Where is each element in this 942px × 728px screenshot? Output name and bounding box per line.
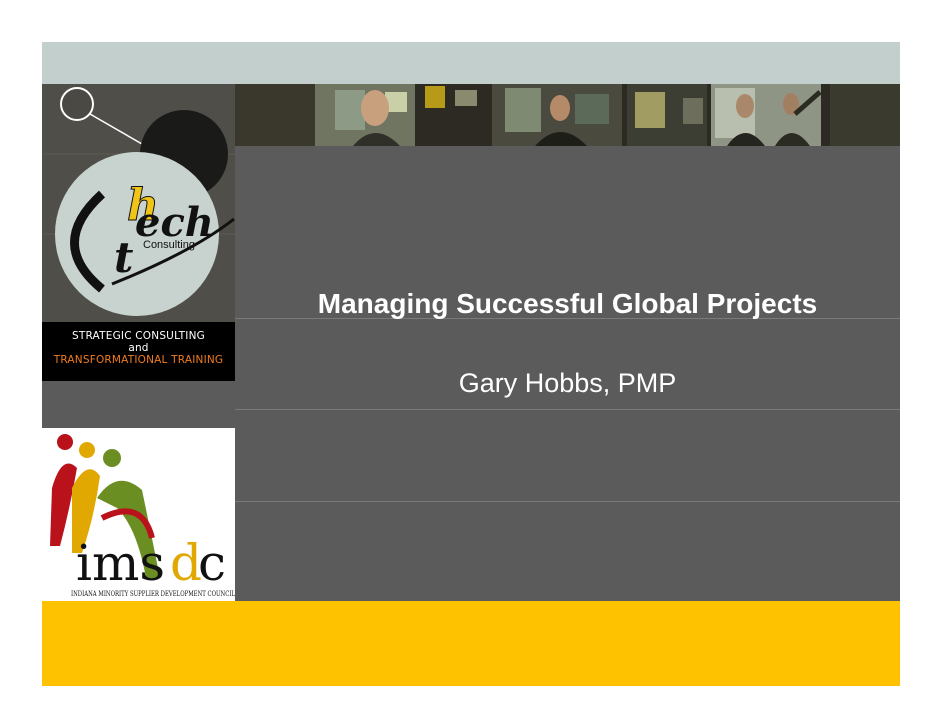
tagline-line-2: and: [128, 342, 149, 354]
svg-text:c: c: [198, 534, 226, 592]
svg-text:ims: ims: [76, 534, 165, 592]
slide-title: Managing Successful Global Projects: [317, 288, 818, 319]
tagline-line-1: STRATEGIC CONSULTING: [72, 330, 205, 342]
left-panel-gap: [42, 381, 235, 428]
header-photo-strip: [235, 84, 900, 146]
footer-band: [42, 601, 900, 686]
tagline: STRATEGIC CONSULTING and TRANSFORMATIONA…: [42, 322, 235, 381]
divider-line: [235, 501, 900, 502]
top-band: [42, 42, 900, 84]
divider-line: [235, 409, 900, 410]
imsdc-logo: ims d c INDIANA MINORITY SUPPLIER DEVELO…: [42, 428, 235, 601]
slide-subtitle: Gary Hobbs, PMP: [458, 368, 677, 398]
svg-text:INDIANA MINORITY SUPPLIER DEVE: INDIANA MINORITY SUPPLIER DEVELOPMENT CO…: [71, 589, 235, 598]
slide: h ech t Consulting STRATEGIC CONSULTING …: [42, 42, 900, 686]
htech-logo: h ech t Consulting: [42, 84, 235, 322]
svg-text:t: t: [114, 233, 133, 282]
tagline-line-3: TRANSFORMATIONAL TRAINING: [53, 354, 224, 366]
